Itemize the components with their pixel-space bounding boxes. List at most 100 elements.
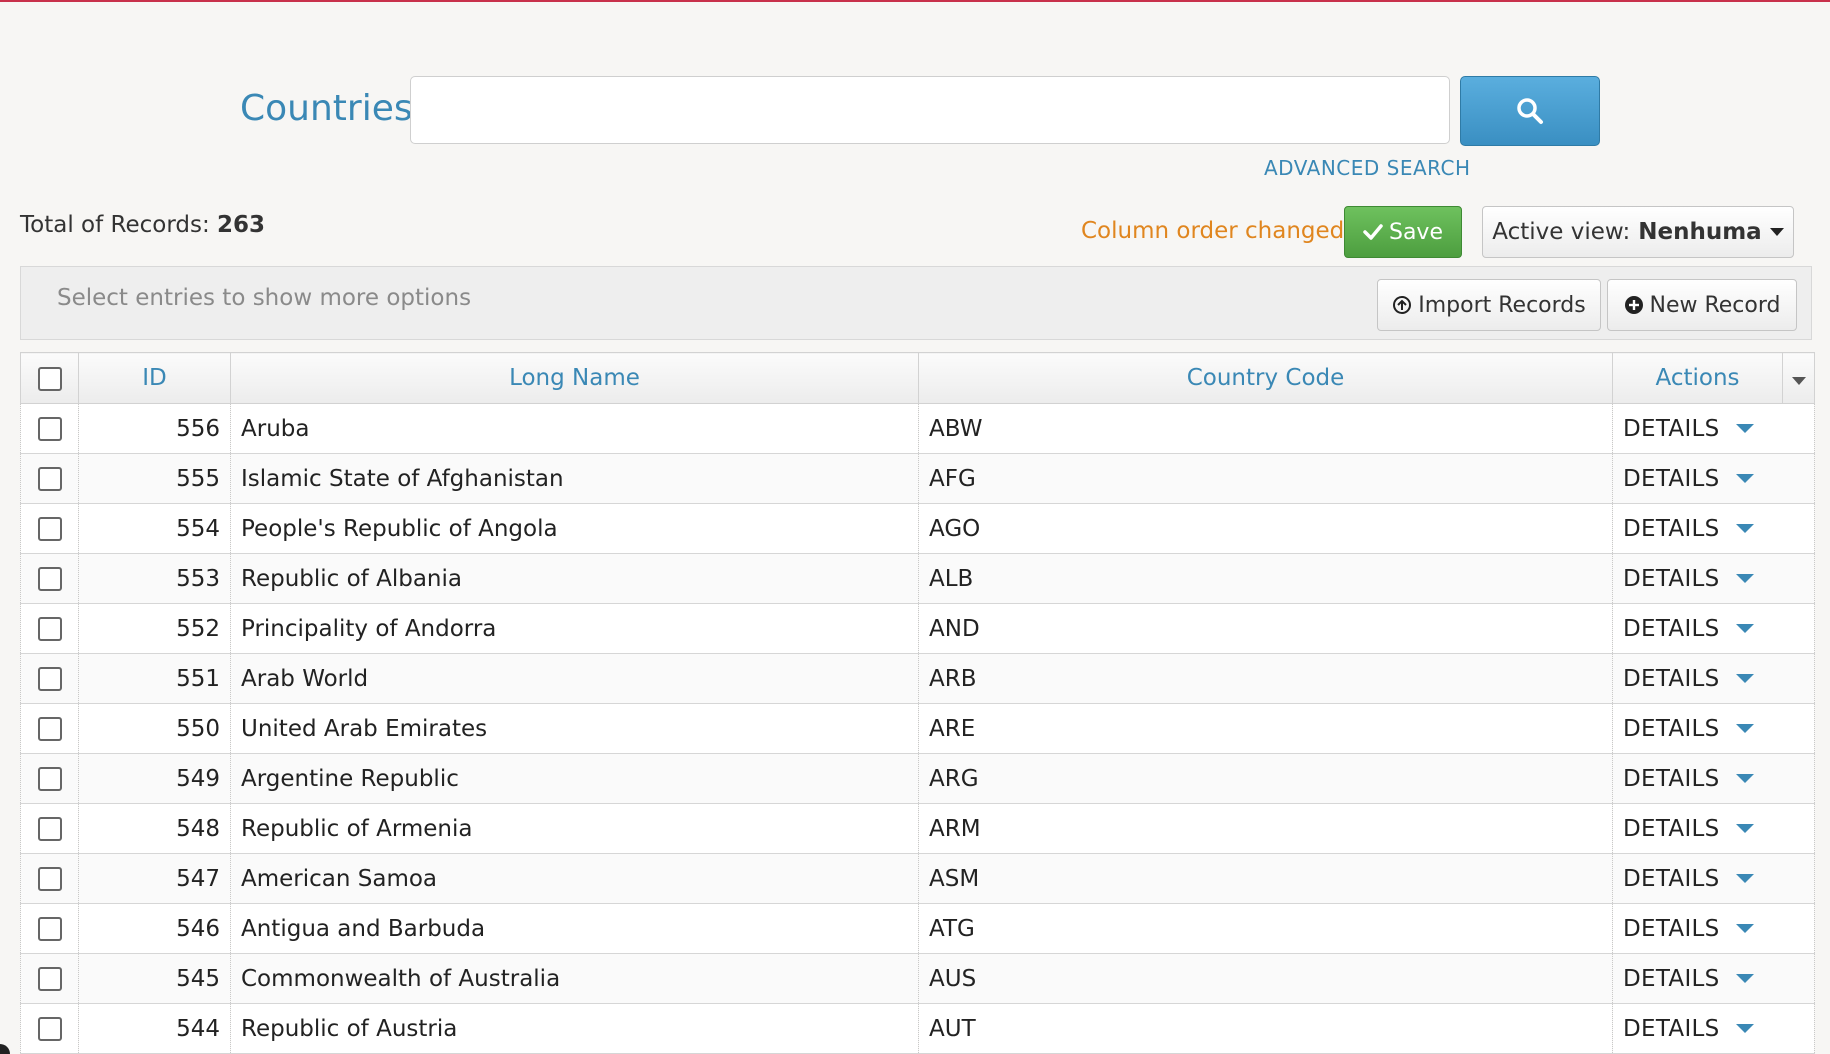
- row-checkbox[interactable]: [37, 417, 62, 441]
- row-actions-cell: DETAILS: [1612, 753, 1815, 804]
- row-select-cell: [20, 553, 79, 604]
- row-checkbox[interactable]: [37, 517, 62, 541]
- column-order-notice: Column order changed: [1081, 218, 1345, 244]
- row-checkbox[interactable]: [37, 717, 62, 741]
- row-details-dropdown[interactable]: DETAILS: [1623, 766, 1754, 792]
- row-details-dropdown[interactable]: DETAILS: [1623, 466, 1754, 492]
- search-button[interactable]: [1460, 76, 1600, 146]
- row-details-label: DETAILS: [1623, 965, 1720, 992]
- caret-down-icon: [1735, 724, 1754, 733]
- records-table: ID Long Name Country Code Actions 556 Aru…: [20, 352, 1815, 1054]
- caret-down-icon: [1735, 1024, 1754, 1033]
- row-id[interactable]: 544: [78, 1003, 231, 1054]
- row-long-name: Principality of Andorra: [230, 603, 919, 654]
- plus-circle-icon: [1624, 296, 1643, 314]
- table-header-row: ID Long Name Country Code Actions: [20, 352, 1815, 404]
- row-actions-cell: DETAILS: [1612, 503, 1815, 554]
- row-id[interactable]: 547: [78, 853, 231, 904]
- table-row: 546 Antigua and Barbuda ATG DETAILS: [20, 903, 1815, 954]
- row-checkbox[interactable]: [37, 917, 62, 941]
- new-record-label: New Record: [1649, 292, 1781, 318]
- row-country-code: AUT: [918, 1003, 1613, 1054]
- row-details-dropdown[interactable]: DETAILS: [1623, 516, 1754, 542]
- row-actions-cell: DETAILS: [1612, 703, 1815, 754]
- row-details-dropdown[interactable]: DETAILS: [1623, 716, 1754, 742]
- row-checkbox[interactable]: [37, 667, 62, 691]
- table-row: 553 Republic of Albania ALB DETAILS: [20, 553, 1815, 604]
- caret-down-icon: [1735, 524, 1754, 533]
- row-details-label: DETAILS: [1623, 565, 1720, 592]
- row-checkbox[interactable]: [37, 567, 62, 591]
- row-details-label: DETAILS: [1623, 1015, 1720, 1042]
- caret-down-icon: [1735, 824, 1754, 833]
- row-actions-cell: DETAILS: [1612, 653, 1815, 704]
- row-checkbox[interactable]: [37, 967, 62, 991]
- row-checkbox[interactable]: [37, 767, 62, 791]
- row-id[interactable]: 551: [78, 653, 231, 704]
- column-header-id[interactable]: ID: [78, 352, 231, 404]
- row-details-dropdown[interactable]: DETAILS: [1623, 566, 1754, 592]
- row-actions-cell: DETAILS: [1612, 1003, 1815, 1054]
- save-button[interactable]: Save: [1344, 206, 1462, 258]
- select-all-checkbox[interactable]: [37, 366, 62, 391]
- column-header-country-code[interactable]: Country Code: [918, 352, 1613, 404]
- row-details-dropdown[interactable]: DETAILS: [1623, 966, 1754, 992]
- column-header-long-name[interactable]: Long Name: [230, 352, 919, 404]
- row-long-name: People's Republic of Angola: [230, 503, 919, 554]
- row-long-name: Islamic State of Afghanistan: [230, 453, 919, 504]
- row-id[interactable]: 556: [78, 403, 231, 454]
- table-row: 554 People's Republic of Angola AGO DETAILS: [20, 503, 1815, 554]
- caret-down-icon: [1735, 874, 1754, 883]
- row-checkbox[interactable]: [37, 1017, 62, 1041]
- caret-down-icon: [1791, 377, 1806, 385]
- column-menu-button[interactable]: [1782, 352, 1815, 404]
- row-country-code: ALB: [918, 553, 1613, 604]
- table-row: 552 Principality of Andorra AND DETAILS: [20, 603, 1815, 654]
- advanced-search-link[interactable]: ADVANCED SEARCH: [1264, 156, 1471, 180]
- caret-down-icon: [1769, 228, 1784, 236]
- row-checkbox[interactable]: [37, 867, 62, 891]
- row-details-dropdown[interactable]: DETAILS: [1623, 616, 1754, 642]
- row-id[interactable]: 548: [78, 803, 231, 854]
- check-icon: [1363, 224, 1383, 240]
- row-details-dropdown[interactable]: DETAILS: [1623, 866, 1754, 892]
- row-details-dropdown[interactable]: DETAILS: [1623, 916, 1754, 942]
- row-checkbox[interactable]: [37, 617, 62, 641]
- select-all-cell: [20, 352, 79, 404]
- row-id[interactable]: 550: [78, 703, 231, 754]
- row-details-dropdown[interactable]: DETAILS: [1623, 816, 1754, 842]
- row-country-code: ATG: [918, 903, 1613, 954]
- active-view-dropdown[interactable]: Active view: Nenhuma: [1482, 206, 1794, 258]
- row-actions-cell: DETAILS: [1612, 803, 1815, 854]
- import-records-button[interactable]: Import Records: [1377, 279, 1601, 331]
- table-row: 547 American Samoa ASM DETAILS: [20, 853, 1815, 904]
- row-id[interactable]: 555: [78, 453, 231, 504]
- search-icon: [1517, 98, 1543, 124]
- row-id[interactable]: 553: [78, 553, 231, 604]
- new-record-button[interactable]: New Record: [1607, 279, 1797, 331]
- row-id[interactable]: 554: [78, 503, 231, 554]
- save-button-label: Save: [1388, 219, 1443, 245]
- search-input[interactable]: [410, 76, 1450, 144]
- row-details-dropdown[interactable]: DETAILS: [1623, 1016, 1754, 1042]
- row-id[interactable]: 546: [78, 903, 231, 954]
- row-select-cell: [20, 853, 79, 904]
- caret-down-icon: [1735, 924, 1754, 933]
- row-actions-cell: DETAILS: [1612, 953, 1815, 1004]
- row-country-code: ARE: [918, 703, 1613, 754]
- row-details-label: DETAILS: [1623, 515, 1720, 542]
- row-checkbox[interactable]: [37, 467, 62, 491]
- row-select-cell: [20, 403, 79, 454]
- row-select-cell: [20, 953, 79, 1004]
- row-details-label: DETAILS: [1623, 715, 1720, 742]
- row-id[interactable]: 549: [78, 753, 231, 804]
- row-long-name: Argentine Republic: [230, 753, 919, 804]
- row-country-code: ARB: [918, 653, 1613, 704]
- total-records-label: Total of Records:: [20, 212, 210, 238]
- row-select-cell: [20, 1003, 79, 1054]
- row-details-dropdown[interactable]: DETAILS: [1623, 416, 1754, 442]
- row-id[interactable]: 552: [78, 603, 231, 654]
- row-id[interactable]: 545: [78, 953, 231, 1004]
- row-checkbox[interactable]: [37, 817, 62, 841]
- row-details-dropdown[interactable]: DETAILS: [1623, 666, 1754, 692]
